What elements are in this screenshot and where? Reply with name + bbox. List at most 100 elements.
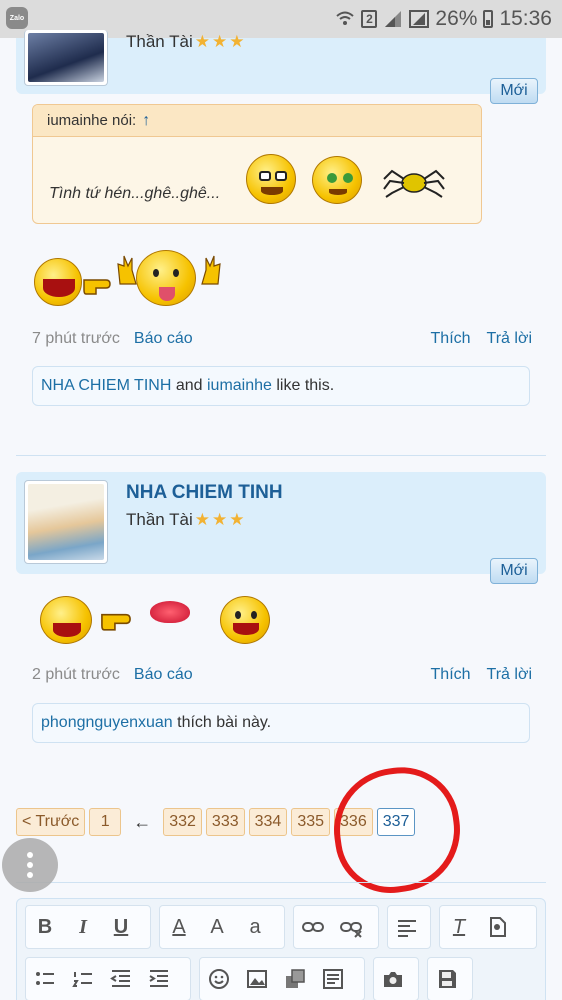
smiley-smile-icon <box>220 596 270 644</box>
insert-group <box>199 957 365 1000</box>
quote-insert-icon[interactable] <box>314 957 352 1000</box>
unlink-icon[interactable] <box>332 905 370 949</box>
link-group <box>293 905 379 949</box>
wifi-icon <box>336 11 355 25</box>
camera-group <box>373 957 419 1000</box>
quote-header: iumainhe nói: ↑ <box>33 105 481 137</box>
likes-and-text: and <box>171 377 207 394</box>
page-link[interactable]: 335 <box>291 808 331 836</box>
star-icon: ★ <box>229 32 245 51</box>
list-group <box>25 957 191 1000</box>
smiley-wink-icon <box>312 156 362 204</box>
prev-page-button[interactable]: < Trước <box>16 808 86 836</box>
likes-suffix-text: like this. <box>271 377 335 394</box>
font-color-button[interactable]: A <box>160 905 198 949</box>
page-link[interactable]: 1 <box>89 808 122 836</box>
likes-suffix-text: thích bài này. <box>172 714 272 731</box>
font-size-button[interactable]: A <box>198 905 236 949</box>
pointing-hand-icon <box>101 613 131 631</box>
link-icon[interactable] <box>294 905 332 949</box>
star-icon: ★ <box>194 510 211 529</box>
report-link[interactable]: Báo cáo <box>134 330 193 348</box>
user-title: Thần Tài ★ ★ ★ <box>126 510 245 529</box>
battery-icon <box>483 10 494 28</box>
bullet-list-icon[interactable] <box>26 957 64 1000</box>
clock: 15:36 <box>499 7 552 30</box>
post-time: 2 phút trước <box>32 666 120 683</box>
post-header: Thần Tài ★ ★ ★ Mới <box>16 30 546 104</box>
align-icon[interactable] <box>388 905 426 949</box>
save-draft-icon[interactable] <box>428 957 466 1000</box>
kiss-lips-icon <box>146 588 194 636</box>
smiley-laugh-pointing-icon <box>34 258 82 306</box>
quote-text: Tình tứ hén...ghê..ghê... <box>49 185 221 202</box>
pointing-hand-icon <box>83 279 111 295</box>
sim-icon: 2 <box>361 10 378 28</box>
page-link[interactable]: 333 <box>205 808 245 836</box>
avatar[interactable] <box>24 30 108 86</box>
liker-link[interactable]: iumainhe <box>207 377 272 395</box>
post-meta: 7 phút trước Báo cáo Thích Trả lời <box>32 330 532 348</box>
zalo-notification-icon: Zalo <box>6 7 28 29</box>
outdent-icon[interactable] <box>102 957 140 1000</box>
smiley-insert-icon[interactable] <box>200 957 238 1000</box>
avatar[interactable] <box>24 480 108 564</box>
page-link[interactable]: 334 <box>248 808 288 836</box>
user-title: Thần Tài ★ ★ ★ <box>126 32 245 51</box>
jump-to-quote-icon[interactable]: ↑ <box>142 112 150 130</box>
star-icon: ★ <box>229 510 245 529</box>
new-button[interactable]: Mới <box>490 558 538 584</box>
star-icon: ★ <box>212 32 228 51</box>
new-button[interactable]: Mới <box>490 78 538 104</box>
underline-button[interactable]: U <box>102 905 140 949</box>
indent-icon[interactable] <box>140 957 178 1000</box>
left-arrow-icon[interactable]: ← <box>133 812 151 833</box>
section-divider <box>16 882 546 883</box>
format-group: T <box>439 905 537 949</box>
signal-icon <box>385 11 402 27</box>
report-link[interactable]: Báo cáo <box>134 666 193 684</box>
red-circle-annotation <box>325 759 469 901</box>
star-icon: ★ <box>212 510 228 529</box>
username-link[interactable]: NHA CHIEM TINH <box>126 482 283 504</box>
status-icons: 2 26% 15:36 <box>335 0 552 38</box>
insert-media-icon[interactable] <box>478 905 516 949</box>
liker-link[interactable]: NHA CHIEM TINH <box>41 377 171 395</box>
spider-icon <box>383 169 445 198</box>
smiley-facepalm-laugh-icon <box>40 596 92 644</box>
like-link[interactable]: Thích <box>431 330 471 348</box>
signal-icon <box>409 10 430 28</box>
media-gallery-icon[interactable] <box>276 957 314 1000</box>
editor-toolbar: B I U A A a T <box>16 898 546 1000</box>
text-style-group: B I U <box>25 905 151 949</box>
font-family-button[interactable]: a <box>236 905 274 949</box>
battery-percent: 26% <box>435 7 478 30</box>
save-group <box>427 957 473 1000</box>
dot-icon <box>27 872 33 878</box>
post-meta: 2 phút trước Báo cáo Thích Trả lời <box>32 666 532 684</box>
post-divider <box>16 455 546 456</box>
smiley-glasses-icon <box>246 154 296 204</box>
numbered-list-icon[interactable] <box>64 957 102 1000</box>
post-header: NHA CHIEM TINH Thần Tài ★ ★ ★ Mới <box>16 472 546 584</box>
liker-link[interactable]: phongnguyenxuan <box>41 714 173 732</box>
image-icon[interactable] <box>238 957 276 1000</box>
more-menu-button[interactable] <box>2 838 58 892</box>
likes-summary: phongnguyenxuan thích bài này. <box>32 703 530 743</box>
clear-format-button[interactable]: T <box>440 905 478 949</box>
post-time: 7 phút trước <box>32 330 120 347</box>
reply-link[interactable]: Trả lời <box>487 330 532 348</box>
bold-button[interactable]: B <box>26 905 64 949</box>
dot-icon <box>27 862 33 868</box>
likes-summary: NHA CHIEM TINH and iumainhe like this. <box>32 366 530 406</box>
reply-link[interactable]: Trả lời <box>487 666 532 684</box>
page-link[interactable]: 332 <box>163 808 202 836</box>
quote-author: iumainhe nói: <box>47 112 137 129</box>
align-group <box>387 905 431 949</box>
font-group: A A a <box>159 905 285 949</box>
star-icon: ★ <box>194 32 211 51</box>
like-link[interactable]: Thích <box>431 666 471 684</box>
waving-hands-icon <box>117 255 221 285</box>
italic-button[interactable]: I <box>64 905 102 949</box>
camera-icon[interactable] <box>374 957 412 1000</box>
